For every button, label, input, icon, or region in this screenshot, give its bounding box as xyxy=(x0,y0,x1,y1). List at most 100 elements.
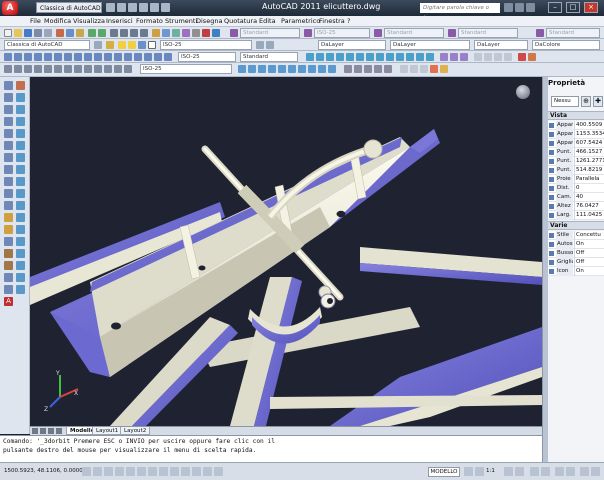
view-left-icon[interactable] xyxy=(258,65,266,73)
polyline-icon[interactable] xyxy=(4,105,13,114)
polygon-icon[interactable] xyxy=(4,117,13,126)
property-value[interactable]: 1153.3534 xyxy=(574,130,604,139)
property-row[interactable]: Appar 1153.3534 xyxy=(548,130,604,139)
grid-display-icon[interactable] xyxy=(93,467,102,476)
rectangle-icon[interactable] xyxy=(4,129,13,138)
zoom-window-icon[interactable] xyxy=(130,29,138,37)
trim-icon[interactable] xyxy=(16,189,25,198)
stretch-icon[interactable] xyxy=(16,177,25,186)
plot-icon[interactable] xyxy=(161,3,170,12)
model-space-button[interactable]: MODELLO xyxy=(428,467,460,477)
menu-edita[interactable]: Edita xyxy=(259,17,276,25)
blend-curves-icon[interactable] xyxy=(16,273,25,282)
menu-parametrico[interactable]: Parametrico xyxy=(281,17,320,25)
open-icon[interactable] xyxy=(14,29,22,37)
quick-dim-icon[interactable] xyxy=(84,53,92,61)
continuous-orbit-icon[interactable] xyxy=(420,65,428,73)
arc-icon[interactable] xyxy=(4,141,13,150)
view-right-icon[interactable] xyxy=(268,65,276,73)
layer-properties-icon[interactable] xyxy=(106,41,114,49)
dim-space-icon[interactable] xyxy=(114,53,122,61)
property-row[interactable]: Cam. 40 xyxy=(548,193,604,202)
ortho-mode-icon[interactable] xyxy=(104,467,113,476)
view-sw-iso-icon[interactable] xyxy=(298,65,306,73)
subtract-icon[interactable] xyxy=(450,53,458,61)
make-block-icon[interactable] xyxy=(4,225,13,234)
visual-style-combo[interactable]: Standard xyxy=(546,28,600,38)
property-row[interactable]: Punt. 1261.2771 xyxy=(548,157,604,166)
ucs-y-icon[interactable] xyxy=(104,65,112,73)
linetype-combo[interactable]: DaLayer xyxy=(390,40,470,50)
properties-icon[interactable] xyxy=(152,29,160,37)
toggle-pickadd-icon[interactable]: ⊕ xyxy=(581,96,591,107)
tab-last-icon[interactable] xyxy=(56,428,62,434)
menu-finestra[interactable]: Finestra xyxy=(319,17,345,25)
menu-strumenti[interactable]: Strumenti xyxy=(165,17,197,25)
dim-jogged-icon[interactable] xyxy=(54,53,62,61)
property-value[interactable]: 400.5509 xyxy=(574,121,604,130)
jogged-linear-icon[interactable] xyxy=(164,53,172,61)
ucs-3point-icon[interactable] xyxy=(84,65,92,73)
copy-icon[interactable] xyxy=(66,29,74,37)
cylinder-icon[interactable] xyxy=(326,53,334,61)
property-value[interactable]: 514.8219 xyxy=(574,166,604,175)
paste-icon[interactable] xyxy=(76,29,84,37)
intersect-icon[interactable] xyxy=(460,53,468,61)
lineweight-combo[interactable]: DaLayer xyxy=(474,40,528,50)
view-top-icon[interactable] xyxy=(238,65,246,73)
sheet-set-icon[interactable] xyxy=(182,29,190,37)
property-row[interactable]: Icon On xyxy=(548,267,604,276)
property-row[interactable]: GrigliaOff xyxy=(548,258,604,267)
property-value[interactable]: Parallela xyxy=(574,175,604,184)
menu-visualizza[interactable]: Visualizza xyxy=(73,17,105,25)
table-style-combo[interactable]: Standard xyxy=(384,28,444,38)
style-icon[interactable] xyxy=(536,29,544,37)
break-icon[interactable] xyxy=(16,225,25,234)
dim-arc-icon[interactable] xyxy=(24,53,32,61)
open-icon[interactable] xyxy=(117,3,126,12)
make-current-icon[interactable] xyxy=(256,41,264,49)
view-nw-iso-icon[interactable] xyxy=(328,65,336,73)
new-icon[interactable] xyxy=(4,29,12,37)
move-icon[interactable] xyxy=(16,141,25,150)
extend-icon[interactable] xyxy=(16,201,25,210)
lock-icon[interactable] xyxy=(541,467,550,476)
transparency-icon[interactable] xyxy=(192,467,201,476)
menu-help[interactable]: ? xyxy=(347,17,350,25)
3d-move-icon[interactable] xyxy=(474,53,482,61)
category-misc[interactable]: Varie xyxy=(548,221,604,230)
property-value[interactable]: 0 xyxy=(574,184,604,193)
sweep-icon[interactable] xyxy=(406,53,414,61)
tolerance-icon[interactable] xyxy=(134,53,142,61)
3d-rotate-icon[interactable] xyxy=(484,53,492,61)
save-icon[interactable] xyxy=(24,29,32,37)
autoscale-icon[interactable] xyxy=(515,467,524,476)
erase-icon[interactable] xyxy=(16,81,25,90)
cone-icon[interactable] xyxy=(336,53,344,61)
gradient-icon[interactable] xyxy=(4,261,13,270)
color-combo[interactable]: DaLayer xyxy=(318,40,386,50)
ucs-previous-icon[interactable] xyxy=(24,65,32,73)
minimize-button[interactable]: – xyxy=(548,2,562,13)
redo-icon[interactable] xyxy=(98,29,106,37)
design-center-icon[interactable] xyxy=(162,29,170,37)
maximize-button[interactable]: □ xyxy=(566,2,580,13)
dim-style-control[interactable]: ISO-25 xyxy=(178,52,236,62)
extrude-icon[interactable] xyxy=(386,53,394,61)
workspace-dropdown[interactable]: Classica di AutoCAD xyxy=(36,2,102,13)
line-icon[interactable] xyxy=(4,81,13,90)
insert-block-icon[interactable] xyxy=(4,213,13,222)
light-icon[interactable] xyxy=(430,65,438,73)
property-row[interactable]: Punt. 514.8219 xyxy=(548,166,604,175)
orbit-icon[interactable] xyxy=(400,65,408,73)
property-value[interactable]: 76.0427 xyxy=(574,202,604,211)
text-style-control[interactable]: Standard xyxy=(240,52,298,62)
property-row[interactable]: Autos On xyxy=(548,240,604,249)
menu-quotatura[interactable]: Quotatura xyxy=(224,17,257,25)
property-row[interactable]: Dist. 0 xyxy=(548,184,604,193)
selection-cycling-icon[interactable] xyxy=(214,467,223,476)
layer-combo[interactable]: ISO-25 xyxy=(160,40,252,50)
property-value[interactable]: On xyxy=(574,240,604,249)
category-view[interactable]: Vista xyxy=(548,111,604,120)
menu-formato[interactable]: Formato xyxy=(136,17,163,25)
